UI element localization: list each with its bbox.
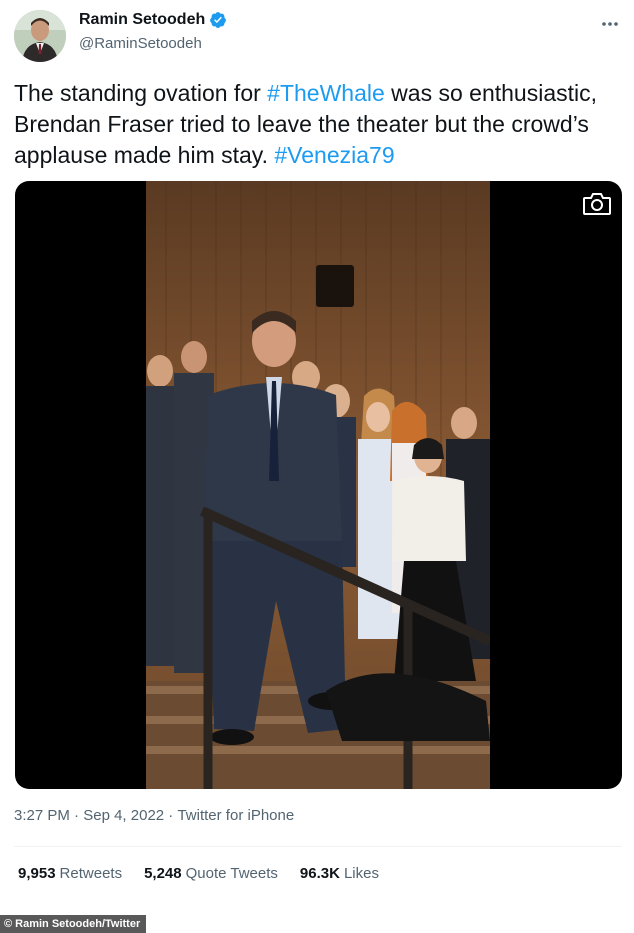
camera-icon[interactable] — [582, 191, 612, 217]
meta-separator: · — [168, 807, 174, 824]
tweet-source[interactable]: Twitter for iPhone — [177, 807, 294, 824]
meta-separator: · — [74, 807, 80, 824]
engagement-stats: 9,953 Retweets 5,248 Quote Tweets 96.3K Lik… — [18, 865, 401, 882]
quotes-count: 5,248 — [144, 865, 182, 882]
tweet-text: The standing ovation for #TheWhale was s… — [14, 78, 619, 171]
quotes-label: Quote Tweets — [185, 865, 278, 882]
retweets-label: Retweets — [59, 865, 123, 882]
likes-stat[interactable]: 96.3K Likes — [300, 865, 379, 882]
author-display-name[interactable]: Ramin Setoodeh — [79, 11, 205, 29]
retweets-stat[interactable]: 9,953 Retweets — [18, 865, 122, 882]
avatar[interactable] — [14, 10, 66, 62]
quote-tweets-stat[interactable]: 5,248 Quote Tweets — [144, 865, 278, 882]
hashtag-link[interactable]: #Venezia79 — [274, 142, 394, 168]
video-frame — [146, 181, 490, 789]
divider — [14, 846, 622, 847]
likes-label: Likes — [343, 865, 379, 882]
hashtag-link[interactable]: #TheWhale — [267, 80, 385, 106]
tweet-card: Ramin Setoodeh @RaminSetoodeh The standi… — [0, 0, 634, 933]
likes-count: 96.3K — [299, 865, 340, 882]
verified-badge-icon — [209, 11, 227, 29]
tweet-text-segment: The standing ovation for — [14, 80, 268, 106]
author-name-row[interactable]: Ramin Setoodeh — [79, 11, 227, 29]
tweet-date[interactable]: Sep 4, 2022 — [83, 807, 164, 824]
author-handle[interactable]: @RaminSetoodeh — [79, 35, 202, 52]
retweets-count: 9,953 — [18, 865, 56, 882]
tweet-time[interactable]: 3:27 PM — [14, 807, 70, 824]
more-options-icon[interactable] — [596, 10, 624, 38]
image-credit: © Ramin Setoodeh/Twitter — [0, 915, 147, 933]
tweet-meta: 3:27 PM · Sep 4, 2022 · Twitter for iPho… — [14, 807, 294, 824]
tweet-video[interactable] — [15, 181, 622, 789]
